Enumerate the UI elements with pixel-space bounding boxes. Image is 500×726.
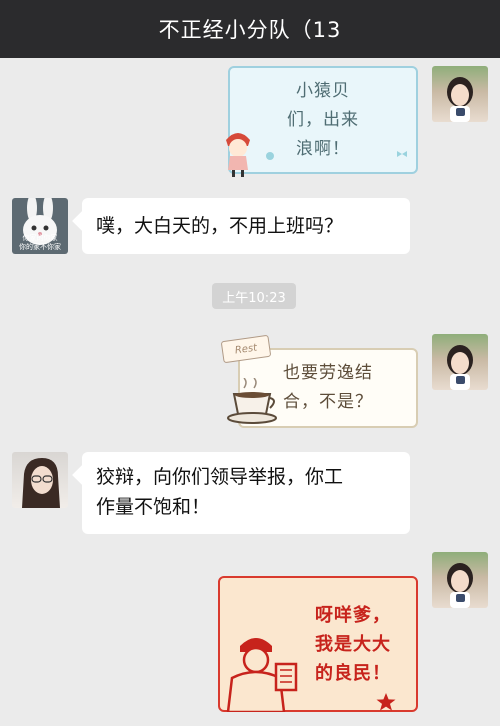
girl-avatar-image: [447, 563, 473, 608]
avatar-caption: 你家的你家 你的家不你家: [19, 234, 61, 251]
rabbit-avatar[interactable]: 你家的你家 你的家不你家: [12, 198, 68, 254]
coffee-cup-icon: [227, 378, 277, 424]
soldier-cartoon-icon: [226, 638, 298, 712]
star-icon: [376, 693, 396, 711]
message-bubble[interactable]: 噗，大白天的，不用上班吗？: [82, 198, 410, 254]
girl-avatar-image: [447, 345, 473, 390]
girl-avatar-image: [447, 77, 473, 122]
chat-title-bar: 不正经小分队（13: [0, 0, 500, 58]
chat-title: 不正经小分队（13: [158, 18, 342, 42]
timestamp-chip: 上午10:23: [212, 283, 296, 309]
message-text: 狡辩，向你们领导举报，你工 作量不饱和！: [96, 466, 344, 518]
self-avatar[interactable]: [432, 552, 488, 608]
timestamp-text: 上午10:23: [222, 290, 286, 306]
woman-avatar-image: [22, 458, 60, 508]
message-bubble[interactable]: 狡辩，向你们领导举报，你工 作量不饱和！: [82, 452, 410, 534]
sticker-message[interactable]: 小猿贝 们，出来 浪啊！: [218, 64, 422, 178]
sticker-message[interactable]: 也要劳逸结 合，不是？ Rest: [218, 334, 422, 432]
self-avatar[interactable]: [432, 66, 488, 122]
woman-avatar[interactable]: [12, 452, 68, 508]
message-text: 噗，大白天的，不用上班吗？: [96, 215, 344, 237]
flower-icon: [266, 152, 274, 160]
self-avatar[interactable]: [432, 334, 488, 390]
bow-icon: [397, 151, 407, 157]
sticker-message[interactable]: 呀咩爹， 我是大大 的良民！: [216, 574, 422, 714]
girl-cartoon-icon: [226, 133, 250, 177]
